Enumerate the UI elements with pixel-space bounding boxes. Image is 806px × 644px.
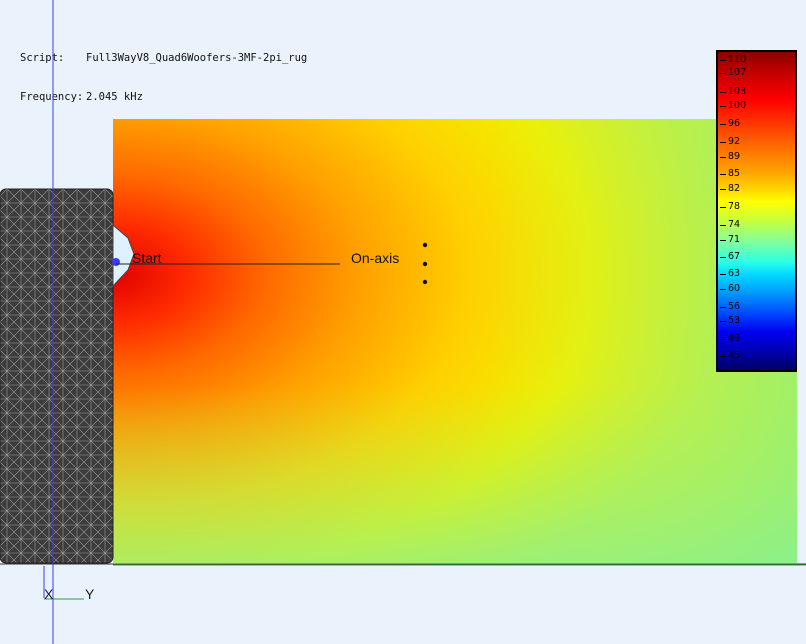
legend-tick: 63	[719, 268, 741, 279]
mic-point-1[interactable]	[422, 242, 428, 248]
legend-tick: 78	[719, 201, 741, 212]
legend-tick: 85	[719, 168, 741, 179]
x-axis-label: X	[44, 586, 54, 602]
start-label: Start	[132, 250, 162, 266]
legend-tick: 56	[719, 301, 741, 312]
on-axis-label: On-axis	[351, 250, 400, 266]
y-axis-label: Y	[85, 586, 95, 602]
legend-tick: 110	[719, 54, 747, 65]
legend-tick: 60	[719, 283, 741, 294]
color-scale-legend: 110 107 103 100 96 92 89 85 82 78 74 71 67 63 60 56 53 49…	[716, 50, 797, 372]
legend-tick: 92	[719, 136, 741, 147]
legend-tick: 96	[719, 118, 741, 129]
legend-tick: 82	[719, 183, 741, 194]
mic-point-3[interactable]	[422, 279, 428, 285]
legend-tick: 67	[719, 251, 741, 262]
legend-tick: 89	[719, 151, 741, 162]
pressure-field-fade-bottom	[113, 119, 797, 563]
legend-tick: 45	[719, 350, 741, 361]
legend-tick: 53	[719, 315, 741, 326]
legend-tick: 74	[719, 219, 741, 230]
legend-tick: 103	[719, 86, 747, 97]
legend-tick: 71	[719, 234, 741, 245]
legend-tick: 49	[719, 333, 741, 344]
start-marker[interactable]	[112, 258, 120, 266]
legend-tick: 107	[719, 67, 747, 78]
simulation-viewport[interactable]	[0, 0, 806, 644]
legend-tick: 100	[719, 100, 747, 111]
mic-point-2[interactable]	[422, 261, 428, 267]
speaker-cabinet-mesh	[0, 188, 114, 564]
